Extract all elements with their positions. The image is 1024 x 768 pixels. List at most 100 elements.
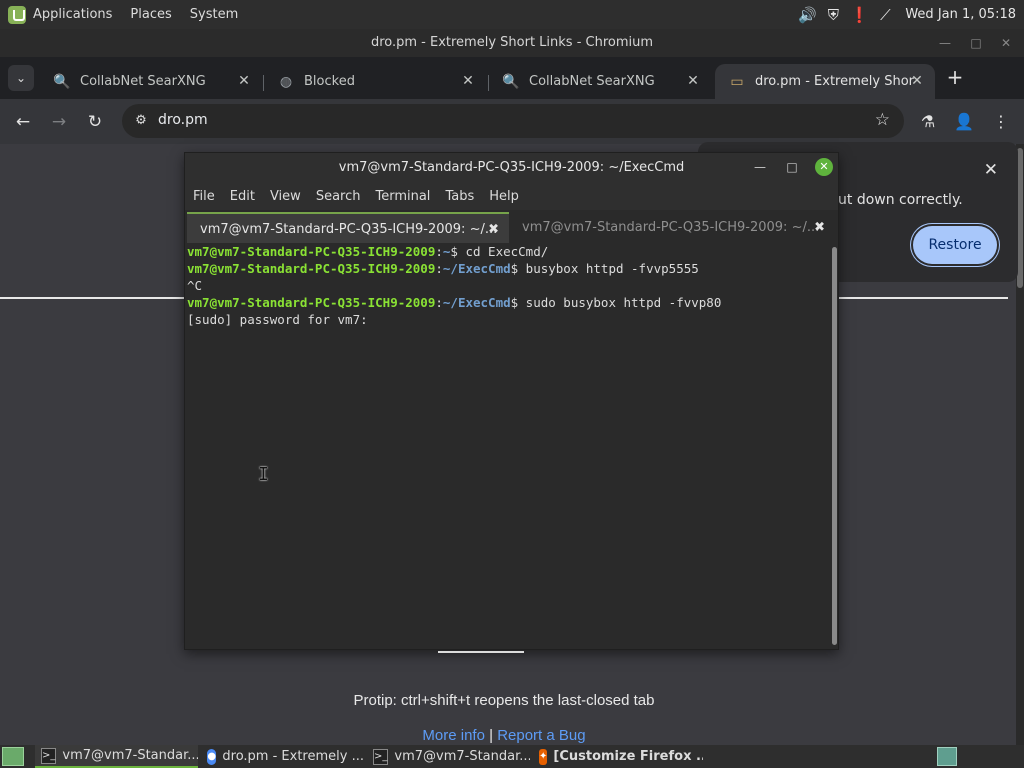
tab-dro-pm[interactable]: ▭ dro.pm - Extremely Short L ✕ xyxy=(715,64,935,99)
terminal-title-bar: vm7@vm7-Standard-PC-Q35-ICH9-2009: ~/Exe… xyxy=(185,153,838,182)
address-text[interactable]: dro.pm xyxy=(158,112,208,128)
taskbar-firefox[interactable]: ✦ [Customize Firefox ... xyxy=(533,745,703,768)
tab-label: CollabNet SearXNG xyxy=(529,74,655,89)
more-info-link[interactable]: More info xyxy=(422,727,485,744)
tab-strip: ⌄ 🔍 CollabNet SearXNG ✕ ◍ Blocked ✕ 🔍 Co… xyxy=(0,57,1024,99)
site-icon: ▭ xyxy=(730,73,744,90)
clipboard-alert-icon[interactable]: ❗ xyxy=(849,5,869,25)
maximize-button[interactable]: □ xyxy=(961,29,991,57)
link-separator: | xyxy=(489,727,494,744)
tab-label: dro.pm - Extremely Short L xyxy=(755,74,915,89)
more-menu-icon[interactable]: ⋮ xyxy=(988,109,1014,135)
close-terminal-tab-icon[interactable]: ✖ xyxy=(814,212,825,243)
terminal-tab-label: vm7@vm7-Standard-PC-Q35-ICH9-2009: ~/... xyxy=(200,222,498,237)
resize-handle[interactable] xyxy=(438,651,524,653)
menu-system[interactable]: System xyxy=(181,0,247,29)
text-cursor-icon: I xyxy=(258,464,269,485)
chromium-icon: ● xyxy=(207,748,217,765)
reload-button[interactable]: ↻ xyxy=(81,108,109,136)
new-tab-button[interactable]: + xyxy=(944,66,966,88)
terminal-close-button[interactable]: ✕ xyxy=(815,158,833,176)
terminal-line: vm7@vm7-Standard-PC-Q35-ICH9-2009:~$ cd … xyxy=(187,244,549,259)
close-terminal-tab-icon[interactable]: ✖ xyxy=(488,214,499,245)
tab-blocked[interactable]: ◍ Blocked ✕ xyxy=(264,64,486,99)
terminal-line: vm7@vm7-Standard-PC-Q35-ICH9-2009:~/Exec… xyxy=(187,261,699,276)
clock[interactable]: Wed Jan 1, 05:18 xyxy=(905,7,1016,22)
task-label: dro.pm - Extremely ... xyxy=(222,749,364,764)
terminal-line: vm7@vm7-Standard-PC-Q35-ICH9-2009:~/Exec… xyxy=(187,295,722,310)
window-title: dro.pm - Extremely Short Links - Chromiu… xyxy=(370,35,654,50)
volume-icon[interactable]: 🔊 xyxy=(797,5,817,25)
bottom-taskbar: >_ vm7@vm7-Standar... ● dro.pm - Extreme… xyxy=(0,745,1024,768)
terminal-tab-label: vm7@vm7-Standard-PC-Q35-ICH9-2009: ~/... xyxy=(522,220,820,235)
profile-icon[interactable]: 👤 xyxy=(951,109,977,135)
tab-label: CollabNet SearXNG xyxy=(80,74,206,89)
close-tab-icon[interactable]: ✕ xyxy=(236,73,252,89)
menu-edit[interactable]: Edit xyxy=(230,189,255,204)
minimize-button[interactable]: — xyxy=(930,29,960,57)
terminal-tab-1[interactable]: vm7@vm7-Standard-PC-Q35-ICH9-2009: ~/...… xyxy=(187,212,509,243)
menu-help[interactable]: Help xyxy=(489,189,519,204)
terminal-maximize-button[interactable]: □ xyxy=(783,158,801,176)
terminal-line: ^C xyxy=(187,278,203,293)
system-tray: 🔊 ⛨ ❗ ⟋ Wed Jan 1, 05:18 xyxy=(797,0,1020,29)
chromium-title-bar: dro.pm - Extremely Short Links - Chromiu… xyxy=(0,29,1024,57)
bookmark-star-icon[interactable]: ☆ xyxy=(875,110,890,130)
back-button[interactable]: ← xyxy=(9,108,37,136)
terminal-icon: >_ xyxy=(41,747,57,764)
terminal-icon: >_ xyxy=(373,748,389,765)
tab-collabnet-searxng-2[interactable]: 🔍 CollabNet SearXNG ✕ xyxy=(489,64,711,99)
terminal-title: vm7@vm7-Standard-PC-Q35-ICH9-2009: ~/Exe… xyxy=(338,160,685,175)
search-icon: 🔍 xyxy=(502,73,520,90)
network-disabled-icon[interactable]: ⟋ xyxy=(875,5,895,25)
taskbar-terminal-1[interactable]: >_ vm7@vm7-Standar... xyxy=(35,745,198,768)
menu-places[interactable]: Places xyxy=(121,0,180,29)
restore-message: ut down correctly. xyxy=(838,192,963,208)
tab-label: Blocked xyxy=(304,74,355,89)
labs-flask-icon[interactable]: ⚗ xyxy=(915,109,941,135)
taskbar-chromium[interactable]: ● dro.pm - Extremely ... xyxy=(201,745,364,768)
terminal-scrollbar-thumb[interactable] xyxy=(832,247,837,645)
show-desktop-button[interactable] xyxy=(2,747,24,766)
menu-file[interactable]: File xyxy=(193,189,215,204)
close-tab-icon[interactable]: ✕ xyxy=(685,73,701,89)
terminal-menu-bar: File Edit View Search Terminal Tabs Help xyxy=(185,182,838,210)
terminal-output[interactable]: vm7@vm7-Standard-PC-Q35-ICH9-2009:~$ cd … xyxy=(185,243,830,649)
menu-view[interactable]: View xyxy=(270,189,301,204)
footer-links: More info | Report a Bug xyxy=(0,727,1008,744)
shield-icon[interactable]: ⛨ xyxy=(823,5,843,25)
mint-menu-icon[interactable] xyxy=(8,5,26,24)
menu-applications[interactable]: Applications xyxy=(33,0,121,29)
close-tab-icon[interactable]: ✕ xyxy=(909,73,925,89)
globe-icon: ◍ xyxy=(279,73,293,90)
close-tab-icon[interactable]: ✕ xyxy=(460,73,476,89)
tab-collabnet-searxng-1[interactable]: 🔍 CollabNet SearXNG ✕ xyxy=(40,64,262,99)
close-button[interactable]: ✕ xyxy=(991,29,1021,57)
terminal-scrollbar[interactable] xyxy=(830,243,838,649)
search-icon: 🔍 xyxy=(53,73,71,90)
address-bar[interactable]: ⚙ dro.pm ☆ xyxy=(122,104,904,138)
workspace-switcher[interactable] xyxy=(937,747,957,766)
menu-search[interactable]: Search xyxy=(316,189,361,204)
menu-terminal[interactable]: Terminal xyxy=(375,189,430,204)
close-popup-icon[interactable]: ✕ xyxy=(984,160,998,180)
protip-text: Protip: ctrl+shift+t reopens the last-cl… xyxy=(353,692,655,709)
top-panel: Applications Places System 🔊 ⛨ ❗ ⟋ Wed J… xyxy=(0,0,1024,29)
forward-button[interactable]: → xyxy=(45,108,73,136)
firefox-icon: ✦ xyxy=(539,748,548,765)
report-bug-link[interactable]: Report a Bug xyxy=(497,727,585,744)
menu-tabs[interactable]: Tabs xyxy=(445,189,474,204)
site-info-icon[interactable]: ⚙ xyxy=(132,112,150,130)
terminal-line: [sudo] password for vm7: xyxy=(187,312,368,327)
task-label: [Customize Firefox ... xyxy=(553,749,703,764)
task-label: vm7@vm7-Standar... xyxy=(62,748,198,763)
tab-search-button[interactable]: ⌄ xyxy=(8,65,34,91)
restore-button[interactable]: Restore xyxy=(913,226,997,264)
terminal-tab-2[interactable]: vm7@vm7-Standard-PC-Q35-ICH9-2009: ~/...… xyxy=(509,212,835,243)
desktop-screen: { "top_panel": { "menus": ["Applications… xyxy=(0,0,1024,768)
terminal-tab-bar: vm7@vm7-Standard-PC-Q35-ICH9-2009: ~/...… xyxy=(185,210,838,243)
browser-toolbar: ← → ↻ ⚙ dro.pm ☆ ⚗ 👤 ⋮ xyxy=(0,99,1024,144)
terminal-minimize-button[interactable]: — xyxy=(751,158,769,176)
terminal-window: vm7@vm7-Standard-PC-Q35-ICH9-2009: ~/Exe… xyxy=(184,152,839,653)
taskbar-terminal-2[interactable]: >_ vm7@vm7-Standar... xyxy=(367,745,530,768)
